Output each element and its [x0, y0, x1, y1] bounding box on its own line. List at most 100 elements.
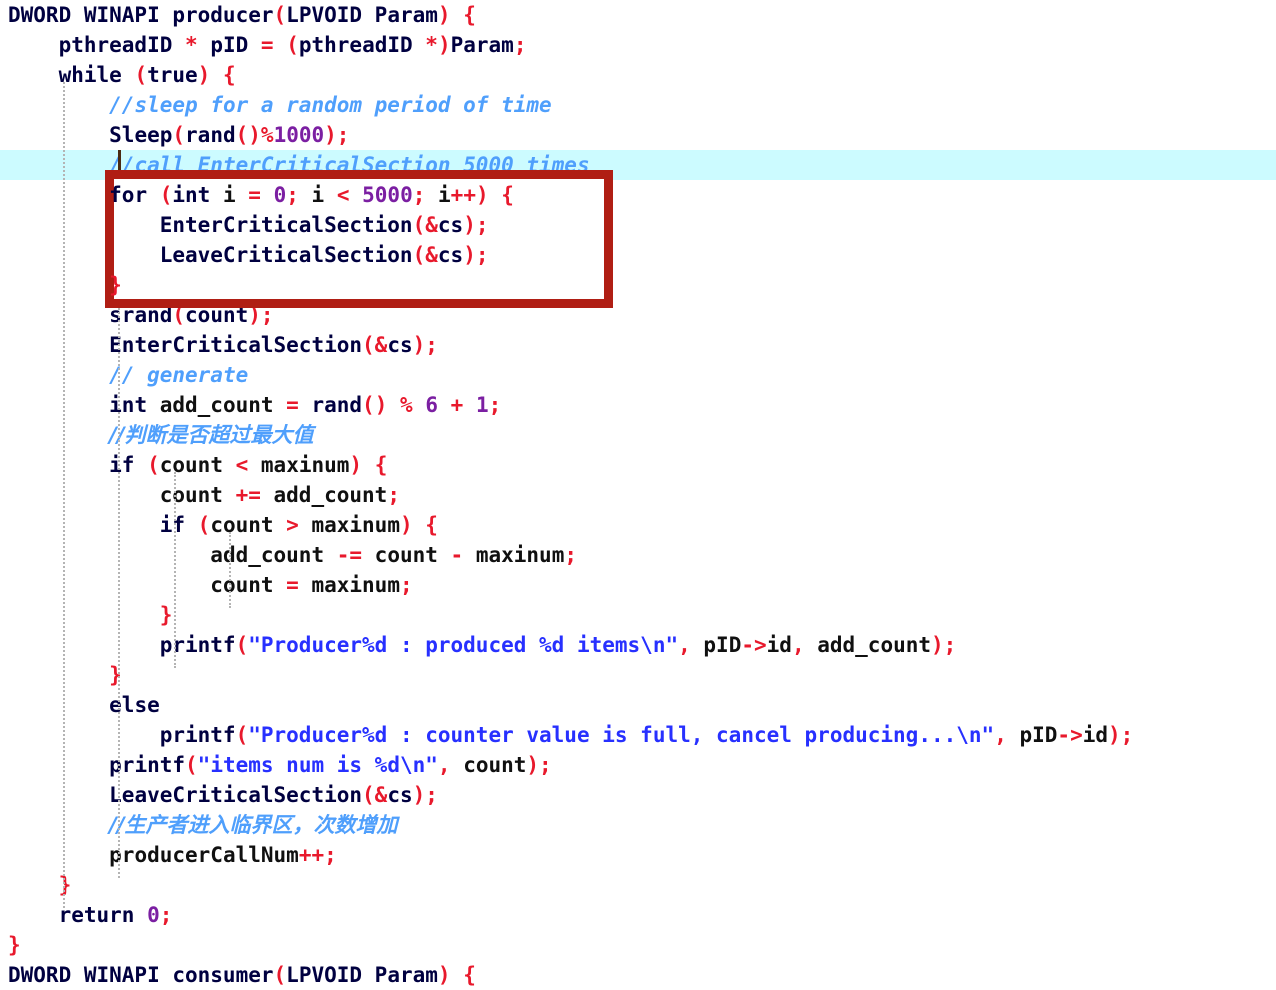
code-line[interactable]: printf("Producer%d : produced %d items\n…	[0, 630, 1276, 660]
code-token-pun: )	[197, 63, 211, 87]
code-token-pun: ->	[741, 633, 767, 657]
code-line[interactable]: printf("Producer%d : counter value is fu…	[0, 720, 1276, 750]
code-line[interactable]: //判断是否超过最大值	[0, 420, 1276, 450]
code-token-pun: ,	[994, 723, 1007, 747]
code-line[interactable]: //sleep for a random period of time	[0, 90, 1276, 120]
code-token-kw: rand	[185, 123, 236, 147]
code-line[interactable]: }	[0, 600, 1276, 630]
code-token-id: i	[425, 183, 451, 207]
code-token-kw: else	[109, 693, 160, 717]
code-line[interactable]: //生产者进入临界区，次数增加	[0, 810, 1276, 840]
code-token-pun: -	[450, 543, 464, 567]
code-token-kw: LPVOID Param	[286, 3, 438, 27]
code-token-id: i	[298, 183, 337, 207]
code-line[interactable]: pthreadID * pID = (pthreadID *)Param;	[0, 30, 1276, 60]
code-token-id: add_count	[147, 393, 287, 417]
code-token-id	[387, 393, 400, 417]
code-lines-container[interactable]: DWORD WINAPI producer(LPVOID Param) { pt…	[0, 0, 1276, 987]
code-token-cmt-cn: //生产者进入临界区，次数增加	[109, 813, 398, 837]
code-token-id: pID	[690, 633, 742, 657]
code-token-pun: +	[450, 393, 464, 417]
code-token-pun: =	[248, 183, 261, 207]
code-token-pun: ;	[286, 183, 299, 207]
code-token-pun: );	[412, 333, 438, 357]
code-token-kw: EnterCriticalSection	[159, 213, 413, 237]
code-line[interactable]: int add_count = rand() % 6 + 1;	[0, 390, 1276, 420]
code-token-pun: (	[235, 723, 249, 747]
code-token-pun: );	[463, 213, 489, 237]
code-line[interactable]: Sleep(rand()%1000);	[0, 120, 1276, 150]
code-token-pun: ,	[437, 753, 451, 777]
code-token-pun: );	[324, 123, 350, 147]
code-line[interactable]: add_count -= count - maxinum;	[0, 540, 1276, 570]
code-line[interactable]: }	[0, 930, 1276, 960]
code-token-pun: ;	[513, 33, 527, 57]
code-token-pun: }	[8, 933, 21, 957]
code-token-pun: <	[235, 453, 249, 477]
code-token-kw: Param	[450, 33, 514, 57]
code-line[interactable]: count = maxinum;	[0, 570, 1276, 600]
code-token-pun: (&	[362, 783, 388, 807]
code-line[interactable]: for (int i = 0; i < 5000; i++) {	[0, 180, 1276, 210]
code-token-pun: (&	[362, 333, 388, 357]
code-line[interactable]: }	[0, 270, 1276, 300]
code-token-pun: ,	[678, 633, 691, 657]
code-line[interactable]: if (count < maxinum) {	[0, 450, 1276, 480]
code-token-pun: );	[526, 753, 552, 777]
code-line[interactable]: printf("items num is %d\n", count);	[0, 750, 1276, 780]
code-token-kw: LeaveCriticalSection	[109, 783, 363, 807]
code-token-id: count	[362, 543, 451, 567]
code-token-pun: =	[286, 393, 299, 417]
code-token-pun: {	[425, 513, 438, 537]
code-line[interactable]: LeaveCriticalSection(&cs);	[0, 240, 1276, 270]
code-editor[interactable]: DWORD WINAPI producer(LPVOID Param) { pt…	[0, 0, 1276, 987]
code-line[interactable]: DWORD WINAPI producer(LPVOID Param) {	[0, 0, 1276, 30]
code-token-id	[274, 33, 287, 57]
code-token-id: producerCallNum	[109, 843, 299, 867]
code-line[interactable]: producerCallNum++;	[0, 840, 1276, 870]
code-token-kw: rand	[298, 393, 363, 417]
code-line[interactable]: count += add_count;	[0, 480, 1276, 510]
code-token-id: i	[210, 183, 249, 207]
code-token-kw: cs	[387, 783, 413, 807]
code-line[interactable]: DWORD WINAPI consumer(LPVOID Param) {	[0, 960, 1276, 990]
code-line[interactable]: else	[0, 690, 1276, 720]
code-token-id: count	[210, 573, 287, 597]
code-line[interactable]: }	[0, 660, 1276, 690]
code-line[interactable]: // generate	[0, 360, 1276, 390]
code-token-kw: LPVOID Param	[286, 963, 438, 987]
code-token-kw: if	[159, 513, 198, 537]
code-line[interactable]: EnterCriticalSection(&cs);	[0, 330, 1276, 360]
code-token-kw: true	[147, 63, 198, 87]
code-line[interactable]: if (count > maxinum) {	[0, 510, 1276, 540]
code-token-num: 6	[425, 393, 438, 417]
code-token-pun: (&	[412, 243, 438, 267]
code-token-pun: %	[400, 393, 413, 417]
code-token-id	[413, 513, 426, 537]
code-token-id: maxinum	[463, 543, 565, 567]
code-token-str: "items num is %d\n"	[197, 753, 438, 777]
code-token-pun: ;	[387, 483, 400, 507]
code-line[interactable]: }	[0, 870, 1276, 900]
code-token-pun: ;	[488, 393, 502, 417]
code-token-id	[413, 393, 426, 417]
code-line[interactable]: EnterCriticalSection(&cs);	[0, 210, 1276, 240]
code-token-cmt: //sleep for a random period of time	[109, 93, 552, 117]
indent-guide-2	[174, 472, 177, 668]
code-line[interactable]: while (true) {	[0, 60, 1276, 90]
code-token-pun: )	[437, 3, 451, 27]
code-line[interactable]: return 0;	[0, 900, 1276, 930]
code-line[interactable]: LeaveCriticalSection(&cs);	[0, 780, 1276, 810]
